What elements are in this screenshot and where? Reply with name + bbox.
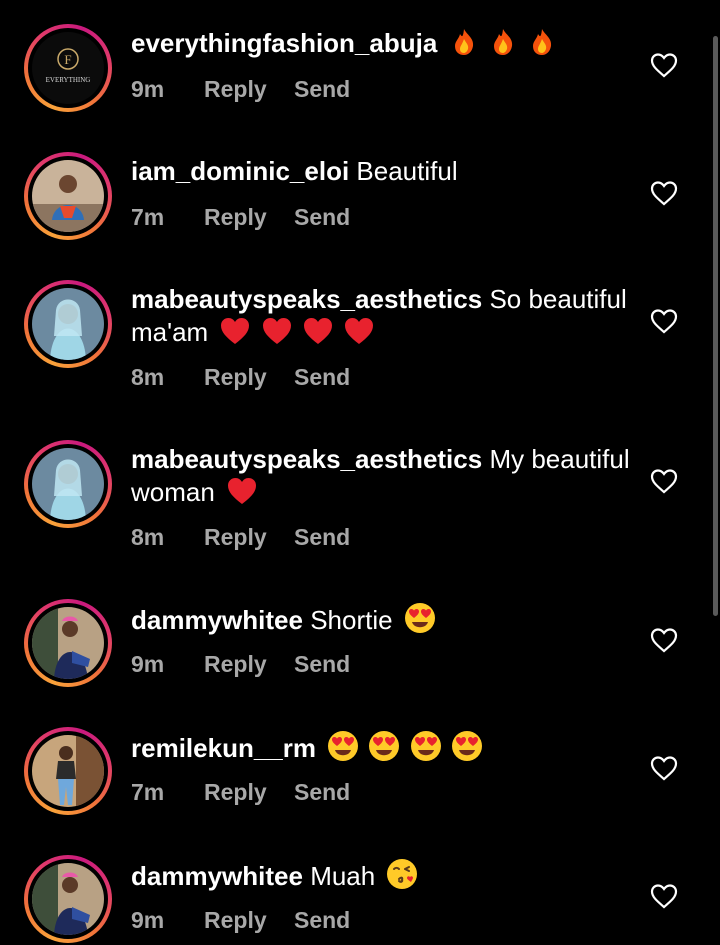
comment-meta: 8m Reply Send	[131, 524, 350, 551]
comment-meta: 8m Reply Send	[131, 364, 350, 391]
send-button[interactable]: Send	[294, 76, 350, 103]
comment-username[interactable]: mabeautyspeaks_aesthetics	[131, 284, 482, 314]
send-button[interactable]: Send	[294, 907, 350, 934]
story-avatar[interactable]	[24, 152, 112, 240]
red-heart-emoji	[345, 318, 374, 344]
comment-meta: 9m Reply Send	[131, 651, 350, 678]
comment-list: F EVERYTHING everythingfashion_abuja 9m R…	[0, 0, 720, 945]
heart-eyes-emoji	[410, 731, 441, 761]
reply-button[interactable]: Reply	[204, 651, 294, 678]
story-avatar[interactable]	[24, 599, 112, 687]
comment-text: remilekun__rm	[131, 730, 631, 770]
reply-button[interactable]: Reply	[204, 524, 294, 551]
heart-outline-icon[interactable]	[650, 180, 678, 206]
fire-emoji	[454, 29, 473, 55]
comment-meta: 9m Reply Send	[131, 907, 350, 934]
heart-outline-icon[interactable]	[650, 52, 678, 78]
avatar	[32, 735, 104, 807]
avatar	[32, 448, 104, 520]
face-blowing-kiss-emoji	[387, 859, 418, 889]
emoji-group	[219, 316, 377, 354]
comment-time: 8m	[131, 364, 165, 390]
heart-outline-icon[interactable]	[650, 468, 678, 494]
send-button[interactable]: Send	[294, 364, 350, 391]
comment-username[interactable]: mabeautyspeaks_aesthetics	[131, 444, 482, 474]
reply-button[interactable]: Reply	[204, 779, 294, 806]
red-heart-emoji	[262, 318, 291, 344]
comment-body: Beautiful	[356, 156, 458, 186]
heart-eyes-emoji	[451, 731, 482, 761]
comment-time: 8m	[131, 524, 165, 550]
comment-text: mabeautyspeaks_aesthetics So beautiful m…	[131, 283, 631, 354]
avatar	[32, 863, 104, 935]
comment-meta: 7m Reply Send	[131, 779, 350, 806]
emoji-group	[386, 858, 420, 898]
fire-emoji	[533, 29, 552, 55]
emoji-group	[327, 730, 485, 770]
heart-outline-icon[interactable]	[650, 883, 678, 909]
reply-button[interactable]: Reply	[204, 364, 294, 391]
comment-meta: 7m Reply Send	[131, 204, 350, 231]
avatar-logo-text: EVERYTHING	[46, 76, 91, 84]
story-avatar[interactable]	[24, 727, 112, 815]
story-avatar[interactable]	[24, 440, 112, 528]
reply-button[interactable]: Reply	[204, 907, 294, 934]
avatar	[32, 607, 104, 679]
comment-text: mabeautyspeaks_aesthetics My beautiful w…	[131, 443, 631, 514]
story-avatar[interactable]	[24, 855, 112, 943]
heart-outline-icon[interactable]	[650, 308, 678, 334]
comment-time: 9m	[131, 76, 165, 102]
avatar	[32, 288, 104, 360]
comment-username[interactable]: dammywhitee	[131, 605, 303, 635]
comment-time: 9m	[131, 907, 165, 933]
comment-username[interactable]: everythingfashion_abuja	[131, 28, 437, 58]
heart-eyes-emoji	[404, 603, 435, 633]
send-button[interactable]: Send	[294, 651, 350, 678]
reply-button[interactable]: Reply	[204, 204, 294, 231]
send-button[interactable]: Send	[294, 204, 350, 231]
comment-time: 9m	[131, 651, 165, 677]
comment-text: iam_dominic_eloi Beautiful	[131, 155, 631, 188]
red-heart-emoji	[228, 478, 257, 504]
story-avatar[interactable]	[24, 280, 112, 368]
red-heart-emoji	[303, 318, 332, 344]
heart-eyes-emoji	[369, 731, 400, 761]
emoji-group	[449, 27, 559, 65]
comment-text: dammywhitee Shortie	[131, 602, 631, 642]
comment-body: Shortie	[310, 605, 393, 635]
comment-text: everythingfashion_abuja	[131, 27, 631, 65]
send-button[interactable]: Send	[294, 524, 350, 551]
heart-eyes-emoji	[328, 731, 359, 761]
avatar: F EVERYTHING	[32, 32, 104, 104]
emoji-group	[226, 476, 260, 514]
comment-meta: 9m Reply Send	[131, 76, 350, 103]
red-heart-emoji	[221, 318, 250, 344]
comment-text: dammywhitee Muah	[131, 858, 631, 898]
comment-username[interactable]: dammywhitee	[131, 861, 303, 891]
fire-emoji	[493, 29, 512, 55]
comment-username[interactable]: remilekun__rm	[131, 733, 316, 763]
heart-outline-icon[interactable]	[650, 627, 678, 653]
story-avatar[interactable]: F EVERYTHING	[24, 24, 112, 112]
comment-time: 7m	[131, 779, 165, 805]
heart-outline-icon[interactable]	[650, 755, 678, 781]
comment-body: Muah	[310, 861, 376, 891]
avatar-logo-letter: F	[64, 52, 71, 67]
send-button[interactable]: Send	[294, 779, 350, 806]
avatar	[32, 160, 104, 232]
reply-button[interactable]: Reply	[204, 76, 294, 103]
scrollbar[interactable]	[713, 36, 718, 616]
comment-time: 7m	[131, 204, 165, 230]
comment-username[interactable]: iam_dominic_eloi	[131, 156, 349, 186]
emoji-group	[404, 602, 438, 642]
